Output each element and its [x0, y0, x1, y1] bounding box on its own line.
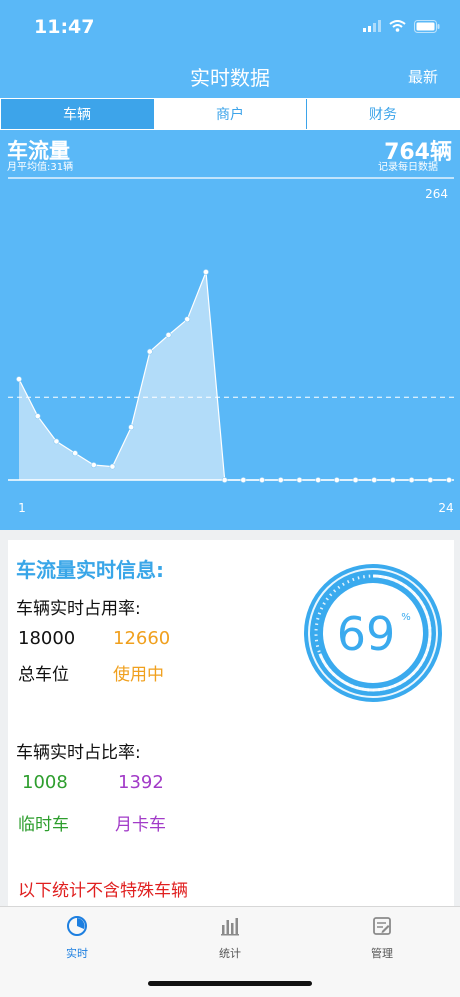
wifi-icon [389, 20, 406, 32]
total-spaces-label: 总车位 [18, 665, 69, 685]
battery-icon [414, 19, 440, 33]
tab-vehicles[interactable]: 车辆 [1, 99, 154, 129]
chart-line [18, 271, 449, 481]
gauge-value: 69 [337, 607, 396, 661]
bar-chart-icon [221, 918, 239, 936]
chart-point [352, 477, 359, 483]
occupancy-label: 车辆实时占用率: [16, 599, 141, 619]
chart-point [277, 477, 284, 483]
info-card: 车流量实时信息: 车辆实时占用率: 18000 12660 总车位 使用中 车辆… [8, 540, 454, 908]
status-bar: 11:47 [0, 0, 460, 56]
tab-manage[interactable]: 管理 [342, 915, 422, 961]
chart-point [53, 438, 60, 445]
chart-point [371, 477, 378, 483]
chart-point [128, 424, 135, 431]
special-vehicles-note: 以下统计不含特殊车辆 [18, 881, 188, 901]
tab-finance[interactable]: 财务 [307, 99, 459, 129]
monthly-count-value: 1392 [118, 772, 164, 793]
temp-count-value: 1008 [22, 772, 68, 793]
tab-statistics[interactable]: 统计 [190, 915, 270, 961]
chart-point [408, 477, 415, 483]
chart-point [146, 348, 153, 355]
chart-point [34, 413, 41, 420]
chart-point [446, 477, 452, 483]
page-title: 实时数据 [190, 66, 270, 90]
chart-point [390, 477, 396, 483]
occupancy-gauge: 69 % [304, 564, 442, 702]
chart-point [259, 477, 265, 483]
total-spaces-value: 18000 [18, 628, 76, 649]
chart-point [72, 450, 78, 457]
x-tick-label: 1 [18, 501, 26, 515]
chart-point [109, 463, 116, 470]
tab-realtime-label: 实时 [66, 947, 88, 960]
info-title: 车流量实时信息: [16, 558, 164, 582]
status-icons [363, 18, 440, 34]
chart-area [19, 272, 449, 480]
header-area: 11:47 实时数据 最新 车辆 商户 财务 车流量 月平均值:31辆 764辆… [0, 0, 460, 530]
chart-point [221, 477, 228, 483]
in-use-value: 12660 [113, 628, 171, 649]
segmented-control: 车辆 商户 财务 [0, 98, 460, 130]
ratio-label: 车辆实时占比率: [16, 743, 141, 763]
latest-button[interactable]: 最新 [408, 66, 438, 87]
chart-point [240, 477, 247, 483]
chart-point [165, 332, 172, 338]
edit-note-icon [373, 917, 391, 935]
nav-bar: 实时数据 最新 [0, 56, 460, 96]
chart-point [90, 462, 97, 468]
temp-label: 临时车 [18, 815, 69, 835]
tab-statistics-label: 统计 [219, 947, 241, 960]
chart-point [184, 316, 191, 323]
chart-point [315, 477, 322, 483]
monthly-label: 月卡车 [115, 815, 166, 835]
in-use-label: 使用中 [113, 665, 164, 685]
signal-icon [363, 20, 381, 32]
pie-clock-icon [67, 916, 87, 936]
tab-realtime[interactable]: 实时 [37, 915, 117, 961]
tab-manage-label: 管理 [371, 947, 393, 960]
home-indicator [148, 981, 312, 986]
chart-point [427, 477, 434, 483]
chart-point [203, 269, 209, 275]
gauge-unit: % [401, 612, 411, 623]
status-time: 11:47 [34, 16, 95, 38]
chart-point [333, 477, 340, 483]
x-tick-label: 24 [438, 501, 453, 515]
traffic-chart: 264 1 24 [8, 177, 454, 515]
tab-merchants[interactable]: 商户 [154, 99, 307, 129]
chart-point [296, 477, 303, 483]
y-tick-label: 264 [425, 187, 448, 201]
chart-point [16, 376, 22, 383]
